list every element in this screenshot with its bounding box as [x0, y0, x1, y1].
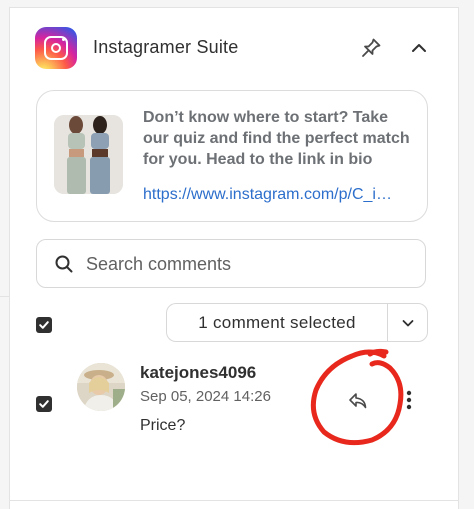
post-thumbnail: [54, 115, 123, 194]
divider: [10, 500, 458, 501]
reply-button[interactable]: [345, 388, 371, 414]
search-box[interactable]: [36, 239, 426, 288]
divider: [0, 296, 9, 297]
more-options-button[interactable]: [398, 386, 420, 414]
comment-checkbox[interactable]: [36, 396, 52, 412]
search-icon: [55, 255, 73, 273]
chevron-down-icon: [402, 319, 413, 326]
collapse-button[interactable]: [404, 33, 434, 63]
avatar[interactable]: [77, 363, 125, 411]
checkmark-icon: [39, 321, 49, 329]
pin-button[interactable]: [356, 33, 386, 63]
reply-icon: [349, 393, 367, 409]
checkmark-icon: [39, 400, 49, 408]
selected-actions-button[interactable]: 1 comment selected: [166, 303, 387, 342]
more-vertical-icon: [406, 390, 412, 410]
selected-actions-dropdown[interactable]: [387, 303, 428, 342]
select-all-checkbox[interactable]: [36, 317, 52, 333]
post-caption: Don’t know where to start? Take our quiz…: [143, 109, 410, 168]
chevron-up-icon: [412, 44, 426, 52]
comment-timestamp: Sep 05, 2024 14:26: [140, 388, 271, 405]
comment-username[interactable]: katejones4096: [140, 363, 256, 383]
search-input[interactable]: [84, 248, 408, 280]
instagram-logo-icon: [35, 27, 77, 69]
app-title: Instagramer Suite: [93, 37, 239, 57]
pin-icon: [362, 38, 381, 57]
comment-text: Price?: [140, 417, 186, 434]
post-link[interactable]: https://www.instagram.com/p/C_i…: [143, 186, 415, 204]
post-card[interactable]: Don’t know where to start? Take our quiz…: [36, 90, 428, 222]
